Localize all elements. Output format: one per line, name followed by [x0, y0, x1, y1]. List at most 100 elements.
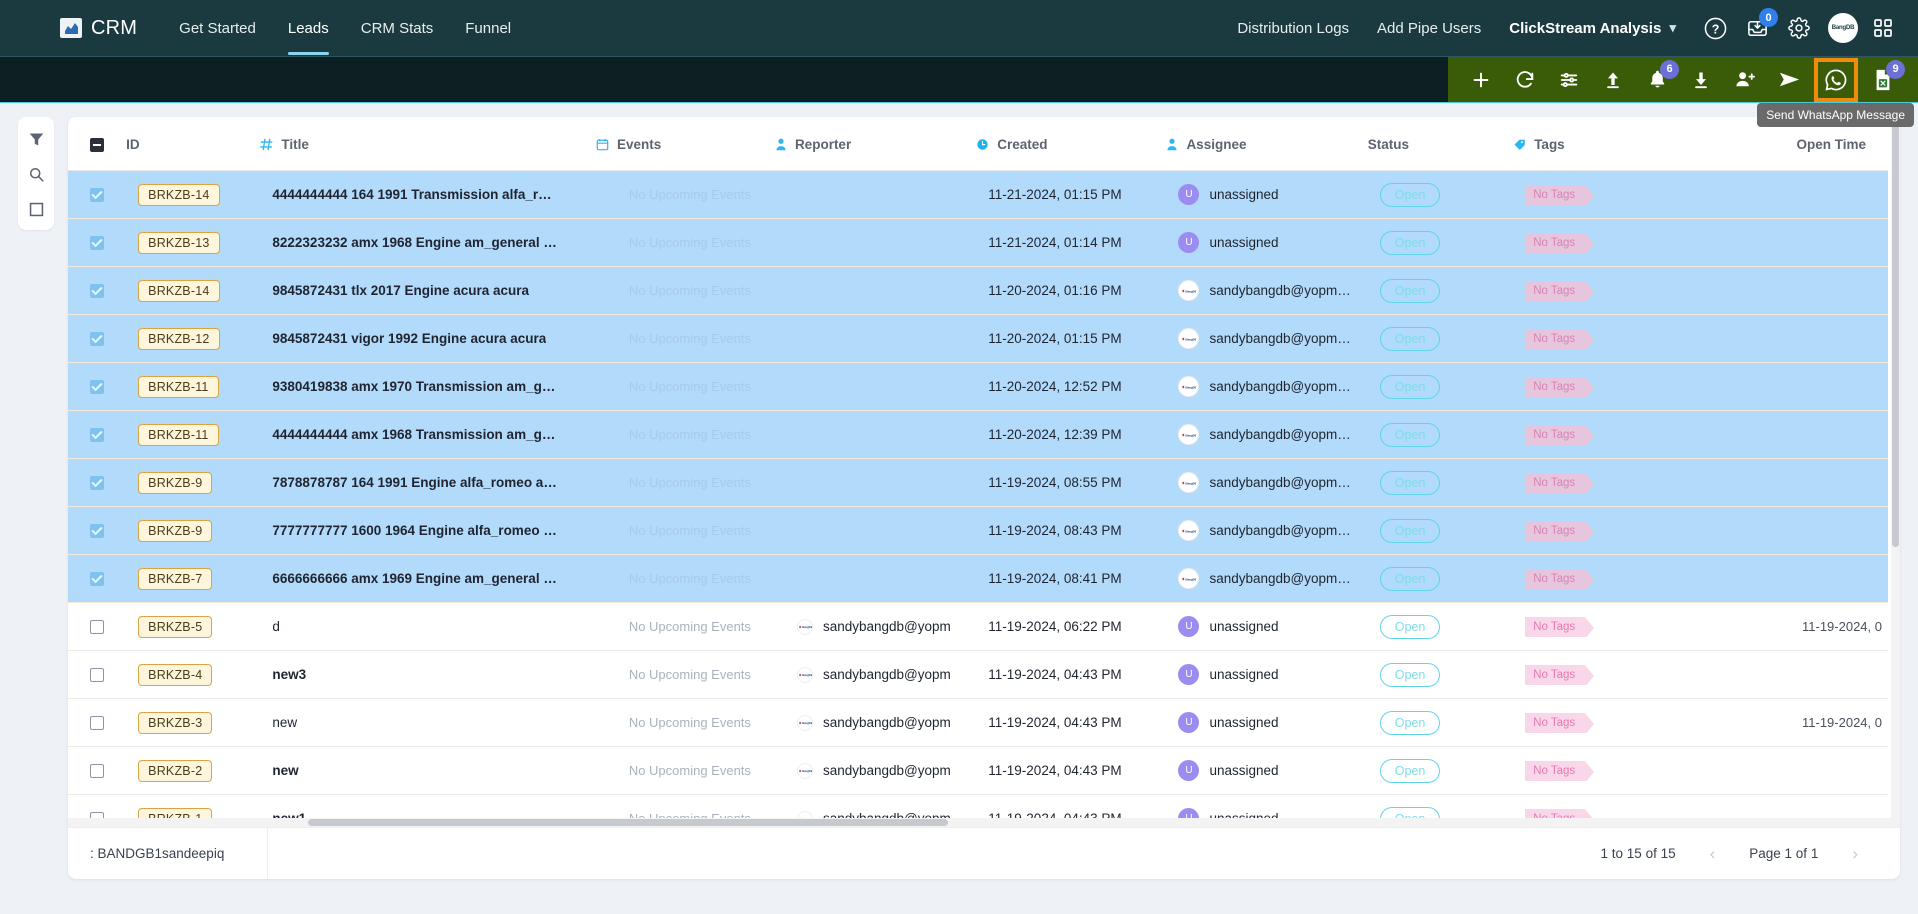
- cell-tags[interactable]: No Tags: [1513, 602, 1709, 651]
- square-icon[interactable]: [28, 201, 45, 218]
- table-row[interactable]: BRKZB-9 7777777777 1600 1964 Engine alfa…: [68, 506, 1888, 555]
- cell-status[interactable]: Open: [1367, 554, 1514, 603]
- cell-title[interactable]: 9380419838 amx 1970 Transmission am_g…: [260, 362, 596, 411]
- status-badge[interactable]: Open: [1379, 182, 1441, 207]
- tags-badge[interactable]: No Tags: [1525, 280, 1595, 301]
- status-badge[interactable]: Open: [1379, 470, 1441, 495]
- brand[interactable]: CRM: [60, 17, 137, 40]
- add-icon[interactable]: [1465, 64, 1497, 96]
- row-checkbox[interactable]: [90, 763, 104, 778]
- lead-id-chip[interactable]: BRKZB-14: [138, 183, 220, 206]
- status-badge[interactable]: Open: [1379, 566, 1441, 591]
- cell-title[interactable]: new3: [260, 650, 596, 699]
- tags-badge[interactable]: No Tags: [1525, 424, 1595, 445]
- row-checkbox[interactable]: [90, 667, 104, 682]
- cell-status[interactable]: Open: [1367, 218, 1514, 267]
- row-checkbox[interactable]: [90, 427, 104, 442]
- cell-assignee[interactable]: BangDB sandybangdb@yopma…: [1166, 314, 1368, 363]
- row-checkbox[interactable]: [90, 379, 104, 394]
- cell-status[interactable]: Open: [1367, 506, 1514, 555]
- table-row[interactable]: BRKZB-12 9845872431 vigor 1992 Engine ac…: [68, 314, 1888, 363]
- export-excel-icon[interactable]: 9: [1867, 59, 1905, 96]
- table-row[interactable]: BRKZB-1 new1 No Upcoming Events BangDB sa…: [68, 794, 1888, 818]
- cell-status[interactable]: Open: [1367, 602, 1514, 651]
- cell-select[interactable]: [68, 554, 127, 603]
- cell-assignee[interactable]: Uunassigned: [1166, 746, 1368, 795]
- cell-assignee[interactable]: Uunassigned: [1166, 602, 1368, 651]
- select-all-checkbox[interactable]: [90, 137, 104, 152]
- tags-badge[interactable]: No Tags: [1525, 664, 1595, 685]
- cell-assignee[interactable]: Uunassigned: [1166, 218, 1368, 267]
- table-row[interactable]: BRKZB-14 9845872431 tlx 2017 Engine acur…: [68, 266, 1888, 315]
- cell-tags[interactable]: No Tags: [1513, 362, 1709, 411]
- nav-get-started[interactable]: Get Started: [163, 2, 272, 54]
- status-badge[interactable]: Open: [1379, 662, 1441, 687]
- table-row[interactable]: BRKZB-7 6666666666 amx 1969 Engine am_ge…: [68, 554, 1888, 603]
- whatsapp-icon[interactable]: [1814, 57, 1858, 102]
- status-badge[interactable]: Open: [1379, 518, 1441, 543]
- tags-badge[interactable]: No Tags: [1525, 616, 1595, 637]
- cell-tags[interactable]: No Tags: [1513, 218, 1709, 267]
- row-checkbox[interactable]: [90, 715, 104, 730]
- table-row[interactable]: BRKZB-13 8222323232 amx 1968 Engine am_g…: [68, 218, 1888, 267]
- row-checkbox[interactable]: [90, 187, 104, 202]
- cell-tags[interactable]: No Tags: [1513, 266, 1709, 315]
- cell-assignee[interactable]: BangDB sandybangdb@yopma…: [1166, 410, 1368, 459]
- status-badge[interactable]: Open: [1379, 230, 1441, 255]
- cell-id[interactable]: BRKZB-11: [126, 410, 261, 459]
- refresh-icon[interactable]: [1509, 64, 1541, 96]
- cell-id[interactable]: BRKZB-7: [126, 554, 261, 603]
- row-checkbox[interactable]: [90, 331, 104, 346]
- cell-select[interactable]: [68, 506, 127, 555]
- tags-badge[interactable]: No Tags: [1525, 376, 1595, 397]
- table-row[interactable]: BRKZB-5 d No Upcoming Events BangDB sandy…: [68, 602, 1888, 651]
- prev-page-button[interactable]: ‹: [1710, 844, 1716, 864]
- row-checkbox[interactable]: [90, 571, 104, 586]
- cell-id[interactable]: BRKZB-12: [126, 314, 261, 363]
- cell-select[interactable]: [68, 410, 127, 459]
- cell-select[interactable]: [68, 314, 127, 363]
- grid-apps-icon[interactable]: [1866, 11, 1900, 45]
- tags-badge[interactable]: No Tags: [1525, 184, 1595, 205]
- cell-status[interactable]: Open: [1367, 266, 1514, 315]
- tags-badge[interactable]: No Tags: [1525, 760, 1595, 781]
- table-row[interactable]: BRKZB-11 9380419838 amx 1970 Transmissio…: [68, 362, 1888, 411]
- cell-tags[interactable]: No Tags: [1513, 650, 1709, 699]
- cell-tags[interactable]: No Tags: [1513, 794, 1709, 818]
- tags-badge[interactable]: No Tags: [1525, 232, 1595, 253]
- cell-title[interactable]: 7878878787 164 1991 Engine alfa_romeo a…: [260, 458, 596, 507]
- cell-title[interactable]: new: [260, 698, 596, 747]
- row-checkbox[interactable]: [90, 283, 104, 298]
- table-row[interactable]: BRKZB-14 4444444444 164 1991 Transmissio…: [68, 170, 1888, 219]
- cell-id[interactable]: BRKZB-14: [126, 266, 261, 315]
- cell-select[interactable]: [68, 650, 127, 699]
- row-checkbox[interactable]: [90, 475, 104, 490]
- row-checkbox[interactable]: [90, 523, 104, 538]
- cell-select[interactable]: [68, 458, 127, 507]
- cell-status[interactable]: Open: [1367, 410, 1514, 459]
- lead-id-chip[interactable]: BRKZB-11: [138, 423, 219, 446]
- help-icon[interactable]: ?: [1698, 11, 1732, 45]
- cell-title[interactable]: 9845872431 tlx 2017 Engine acura acura: [260, 266, 596, 315]
- lead-id-chip[interactable]: BRKZB-4: [138, 663, 213, 686]
- cell-assignee[interactable]: Uunassigned: [1166, 794, 1368, 818]
- cell-select[interactable]: [68, 746, 127, 795]
- status-badge[interactable]: Open: [1379, 422, 1441, 447]
- cell-title[interactable]: 8222323232 amx 1968 Engine am_general …: [260, 218, 596, 267]
- lead-id-chip[interactable]: BRKZB-3: [138, 711, 213, 734]
- cell-select[interactable]: [68, 602, 127, 651]
- cell-assignee[interactable]: Uunassigned: [1166, 698, 1368, 747]
- cell-tags[interactable]: No Tags: [1513, 698, 1709, 747]
- status-badge[interactable]: Open: [1379, 614, 1441, 639]
- cell-assignee[interactable]: Uunassigned: [1166, 650, 1368, 699]
- nav-funnel[interactable]: Funnel: [449, 2, 527, 54]
- cell-id[interactable]: BRKZB-2: [126, 746, 261, 795]
- status-badge[interactable]: Open: [1379, 710, 1441, 735]
- download-icon[interactable]: [1685, 64, 1717, 96]
- nav-distribution-logs[interactable]: Distribution Logs: [1223, 2, 1363, 54]
- th-status[interactable]: Status: [1367, 117, 1514, 171]
- cell-id[interactable]: BRKZB-9: [126, 506, 261, 555]
- cell-select[interactable]: [68, 170, 127, 219]
- cell-tags[interactable]: No Tags: [1513, 746, 1709, 795]
- vertical-scrollbar-thumb[interactable]: [1892, 117, 1899, 547]
